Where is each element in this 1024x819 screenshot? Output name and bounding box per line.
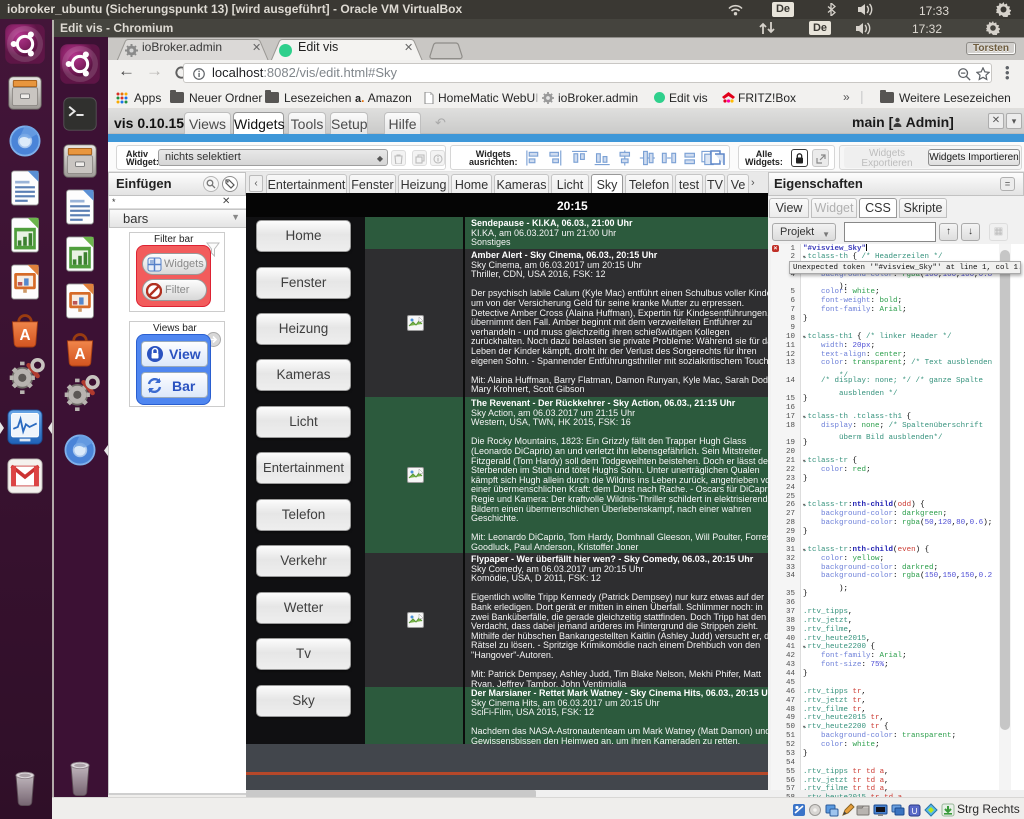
- svg-text:U: U: [912, 807, 918, 816]
